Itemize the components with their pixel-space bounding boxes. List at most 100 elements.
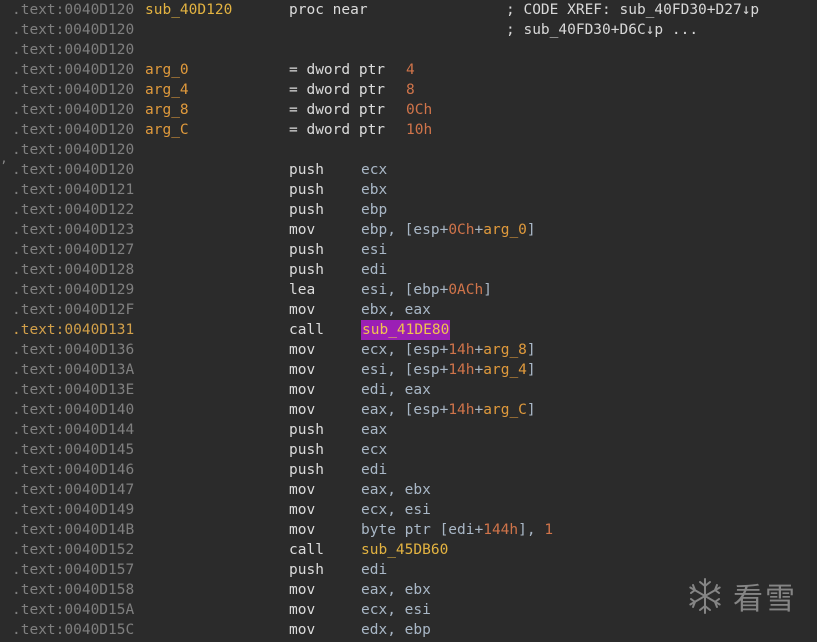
instruction-operands[interactable]: eax, ebx bbox=[361, 580, 431, 600]
instruction-operands[interactable]: ecx, esi bbox=[361, 500, 431, 520]
instruction-operands[interactable]: edi, eax bbox=[361, 380, 431, 400]
line-address[interactable]: .text:0040D129 bbox=[12, 280, 134, 300]
line-address[interactable]: .text:0040D149 bbox=[12, 500, 134, 520]
instruction-mnemonic: push bbox=[289, 562, 324, 578]
instruction-operands[interactable]: edx, ebp bbox=[361, 620, 431, 640]
stack-var-name[interactable]: arg_C bbox=[145, 120, 189, 140]
stack-var-name[interactable]: arg_4 bbox=[145, 80, 189, 100]
line-address[interactable]: .text:0040D144 bbox=[12, 420, 134, 440]
line-address[interactable]: .text:0040D158 bbox=[12, 580, 134, 600]
listing-line[interactable]: .text:0040D131 call sub_41DE80 bbox=[0, 320, 817, 340]
listing-line[interactable]: ’ .text:0040D120 push ecx bbox=[0, 159, 817, 180]
listing-line[interactable]: .text:0040D149 mov ecx, esi bbox=[0, 500, 817, 520]
listing-line[interactable]: .text:0040D145 push ecx bbox=[0, 440, 817, 460]
instruction-operands[interactable]: esi, [esp+14h+arg_4] bbox=[361, 360, 536, 380]
listing-line[interactable]: .text:0040D120 arg_C = dword ptr 10h bbox=[0, 120, 817, 140]
listing-line[interactable]: .text:0040D122 push ebp bbox=[0, 200, 817, 220]
instruction-operands[interactable]: ebx bbox=[361, 180, 387, 200]
line-address[interactable]: .text:0040D122 bbox=[12, 200, 134, 220]
listing-line[interactable]: .text:0040D121 push ebx bbox=[0, 180, 817, 200]
line-address[interactable]: .text:0040D120 bbox=[12, 40, 134, 60]
listing-line[interactable]: .text:0040D127 push esi bbox=[0, 240, 817, 260]
line-address[interactable]: .text:0040D120 bbox=[12, 120, 134, 140]
operand-var[interactable]: arg_8 bbox=[483, 342, 527, 358]
instruction-operands[interactable]: ebp, [esp+0Ch+arg_0] bbox=[361, 220, 536, 240]
listing-line[interactable]: .text:0040D123 mov ebp, [esp+0Ch+arg_0] bbox=[0, 220, 817, 240]
line-address[interactable]: .text:0040D140 bbox=[12, 400, 134, 420]
line-address[interactable]: .text:0040D120 bbox=[12, 0, 134, 20]
line-address[interactable]: .text:0040D120 bbox=[12, 140, 134, 160]
line-address[interactable]: .text:0040D147 bbox=[12, 480, 134, 500]
instruction-operands[interactable]: ecx, [esp+14h+arg_8] bbox=[361, 340, 536, 360]
line-address[interactable]: .text:0040D121 bbox=[12, 180, 134, 200]
line-address[interactable]: .text:0040D120 bbox=[12, 20, 134, 40]
operand-var[interactable]: arg_4 bbox=[483, 362, 527, 378]
disassembly-listing[interactable]: .text:0040D120 sub_40D120 proc near ; CODE … bbox=[0, 0, 817, 640]
listing-line[interactable]: .text:0040D152 call sub_45DB60 bbox=[0, 540, 817, 560]
call-target-link[interactable]: sub_41DE80 bbox=[361, 320, 451, 340]
listing-line[interactable]: .text:0040D15C mov edx, ebp bbox=[0, 620, 817, 640]
listing-line[interactable]: .text:0040D146 push edi bbox=[0, 460, 817, 480]
listing-line[interactable]: .text:0040D120 arg_8 = dword ptr 0Ch bbox=[0, 100, 817, 120]
instruction-operands[interactable]: ecx bbox=[361, 160, 387, 180]
listing-line[interactable]: .text:0040D147 mov eax, ebx bbox=[0, 480, 817, 500]
instruction-operands[interactable]: ebx, eax bbox=[361, 300, 431, 320]
stack-var-offset: 8 bbox=[406, 82, 415, 98]
operand-var[interactable]: arg_C bbox=[483, 402, 527, 418]
line-address[interactable]: .text:0040D120 bbox=[12, 80, 134, 100]
line-address[interactable]: .text:0040D120 bbox=[12, 60, 134, 80]
call-target-link[interactable]: sub_45DB60 bbox=[361, 540, 448, 560]
line-address[interactable]: .text:0040D120 bbox=[12, 100, 134, 120]
line-address[interactable]: .text:0040D136 bbox=[12, 340, 134, 360]
line-address[interactable]: .text:0040D13E bbox=[12, 380, 134, 400]
listing-line[interactable]: .text:0040D136 mov ecx, [esp+14h+arg_8] bbox=[0, 340, 817, 360]
line-address[interactable]: .text:0040D123 bbox=[12, 220, 134, 240]
instruction-operands[interactable]: byte ptr [edi+144h], 1 bbox=[361, 520, 553, 540]
listing-line[interactable]: .text:0040D144 push eax bbox=[0, 420, 817, 440]
stack-var-name[interactable]: arg_8 bbox=[145, 100, 189, 120]
instruction-operands[interactable]: eax bbox=[361, 420, 387, 440]
listing-line[interactable]: .text:0040D120 ; sub_40FD30+D6C↓p ... bbox=[0, 20, 817, 40]
instruction-operands[interactable]: ecx bbox=[361, 440, 387, 460]
xref-comment[interactable]: ; CODE XREF: sub_40FD30+D27↓p bbox=[506, 0, 759, 20]
instruction-operands[interactable]: ecx, esi bbox=[361, 600, 431, 620]
instruction-operands[interactable]: edi bbox=[361, 460, 387, 480]
line-address[interactable]: .text:0040D157 bbox=[12, 560, 134, 580]
listing-line[interactable]: .text:0040D140 mov eax, [esp+14h+arg_C] bbox=[0, 400, 817, 420]
line-address[interactable]: .text:0040D127 bbox=[12, 240, 134, 260]
instruction-operands[interactable]: edi bbox=[361, 560, 387, 580]
listing-line[interactable]: .text:0040D129 lea esi, [ebp+0ACh] bbox=[0, 280, 817, 300]
instruction-operands[interactable]: eax, [esp+14h+arg_C] bbox=[361, 400, 536, 420]
listing-line[interactable]: .text:0040D120 sub_40D120 proc near ; CODE … bbox=[0, 0, 817, 20]
listing-line[interactable]: .text:0040D12F mov ebx, eax bbox=[0, 300, 817, 320]
instruction-operands[interactable]: ebp bbox=[361, 200, 387, 220]
listing-line[interactable]: .text:0040D120 bbox=[0, 140, 817, 160]
listing-line[interactable]: .text:0040D120 arg_0 = dword ptr 4 bbox=[0, 60, 817, 80]
listing-line[interactable]: .text:0040D120 arg_4 = dword ptr 8 bbox=[0, 80, 817, 100]
line-address[interactable]: .text:0040D152 bbox=[12, 540, 134, 560]
instruction-mnemonic: mov bbox=[289, 622, 316, 638]
instruction-operands[interactable]: esi bbox=[361, 240, 387, 260]
line-address[interactable]: .text:0040D13A bbox=[12, 360, 134, 380]
xref-comment[interactable]: ; sub_40FD30+D6C↓p ... bbox=[506, 20, 698, 40]
stack-var-name[interactable]: arg_0 bbox=[145, 60, 189, 80]
instruction-operands[interactable]: esi, [ebp+0ACh] bbox=[361, 280, 492, 300]
line-address[interactable]: .text:0040D131 bbox=[12, 320, 134, 340]
line-address[interactable]: .text:0040D120 bbox=[12, 160, 134, 180]
listing-line[interactable]: .text:0040D13E mov edi, eax bbox=[0, 380, 817, 400]
listing-line[interactable]: .text:0040D14B mov byte ptr [edi+144h], 1 bbox=[0, 520, 817, 540]
line-address[interactable]: .text:0040D128 bbox=[12, 260, 134, 280]
line-address[interactable]: .text:0040D15C bbox=[12, 620, 134, 640]
function-label[interactable]: sub_40D120 bbox=[145, 0, 232, 20]
line-address[interactable]: .text:0040D12F bbox=[12, 300, 134, 320]
listing-line[interactable]: .text:0040D120 bbox=[0, 40, 817, 60]
listing-line[interactable]: .text:0040D128 push edi bbox=[0, 260, 817, 280]
line-address[interactable]: .text:0040D14B bbox=[12, 520, 134, 540]
line-address[interactable]: .text:0040D146 bbox=[12, 460, 134, 480]
operand-var[interactable]: arg_0 bbox=[483, 222, 527, 238]
line-address[interactable]: .text:0040D145 bbox=[12, 440, 134, 460]
listing-line[interactable]: .text:0040D13A mov esi, [esp+14h+arg_4] bbox=[0, 360, 817, 380]
instruction-operands[interactable]: eax, ebx bbox=[361, 480, 431, 500]
instruction-operands[interactable]: edi bbox=[361, 260, 387, 280]
line-address[interactable]: .text:0040D15A bbox=[12, 600, 134, 620]
